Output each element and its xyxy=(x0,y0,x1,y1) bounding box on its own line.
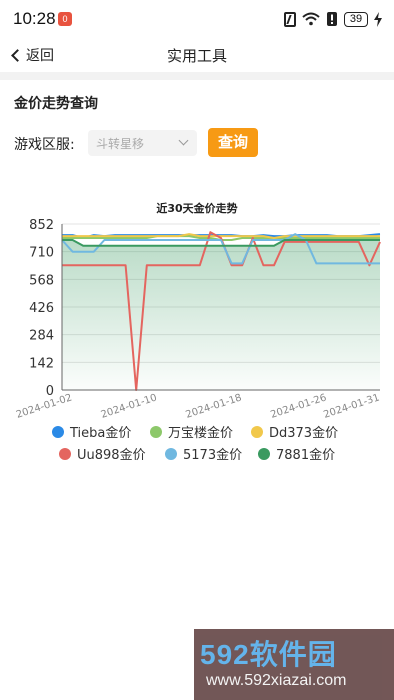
y-tick-label: 0 xyxy=(46,384,54,399)
nfc-icon xyxy=(284,11,296,27)
watermark: 592软件园 www.592xiazai.com xyxy=(194,629,394,700)
legend-label[interactable]: 7881金价 xyxy=(276,447,335,463)
divider xyxy=(0,72,394,80)
watermark-brand: 592软件园 xyxy=(200,639,337,670)
y-tick-label: 284 xyxy=(29,329,54,344)
server-select[interactable]: 斗转星移 xyxy=(88,130,197,156)
server-label: 游戏区服: xyxy=(14,137,75,153)
legend-marker[interactable] xyxy=(150,426,162,438)
server-select-value: 斗转星移 xyxy=(96,137,145,151)
section-title: 金价走势查询 xyxy=(14,96,98,112)
x-tick-label: 2024-01-10 xyxy=(100,392,159,420)
page-title: 实用工具 xyxy=(166,47,227,65)
legend-marker[interactable] xyxy=(59,448,71,460)
status-bar: 10:28 0 39 xyxy=(0,0,394,38)
y-tick-label: 142 xyxy=(29,356,54,371)
wifi-icon xyxy=(302,12,320,26)
y-tick-label: 568 xyxy=(29,273,54,288)
status-time: 10:28 xyxy=(13,9,56,28)
query-button[interactable]: 查询 xyxy=(208,128,258,157)
watermark-url: www.592xiazai.com xyxy=(206,672,347,689)
legend-label[interactable]: Dd373金价 xyxy=(269,425,338,441)
legend-label[interactable]: Uu898金价 xyxy=(77,447,146,463)
legend-marker[interactable] xyxy=(251,426,263,438)
x-tick-label: 2024-01-26 xyxy=(269,392,328,420)
y-tick-label: 710 xyxy=(29,246,54,261)
gold-price-chart: 近30天金价走势 0 142 284 426 568 710 852 2024-01-02 20… xyxy=(15,201,381,463)
status-icons: 39 xyxy=(284,10,382,28)
legend-marker[interactable] xyxy=(258,448,270,460)
x-tick-label: 2024-01-02 xyxy=(15,392,74,420)
chevron-down-icon xyxy=(178,135,189,146)
legend-label[interactable]: 万宝楼金价 xyxy=(168,425,233,441)
x-tick-label: 2024-01-18 xyxy=(184,392,243,420)
chart-title: 近30天金价走势 xyxy=(156,201,237,215)
legend-marker[interactable] xyxy=(165,448,177,460)
charging-icon xyxy=(374,11,382,27)
battery-icon: 39 xyxy=(344,11,368,27)
y-tick-label: 852 xyxy=(29,218,54,233)
legend-label[interactable]: 5173金价 xyxy=(183,447,242,463)
y-tick-label: 426 xyxy=(29,301,54,316)
alert-icon xyxy=(327,12,337,26)
notification-badge: 0 xyxy=(58,12,72,26)
title-bar: 返回 实用工具 xyxy=(0,38,394,72)
x-tick-label: 2024-01-31 xyxy=(322,392,381,420)
legend-label[interactable]: Tieba金价 xyxy=(69,425,131,441)
legend-marker[interactable] xyxy=(52,426,64,438)
